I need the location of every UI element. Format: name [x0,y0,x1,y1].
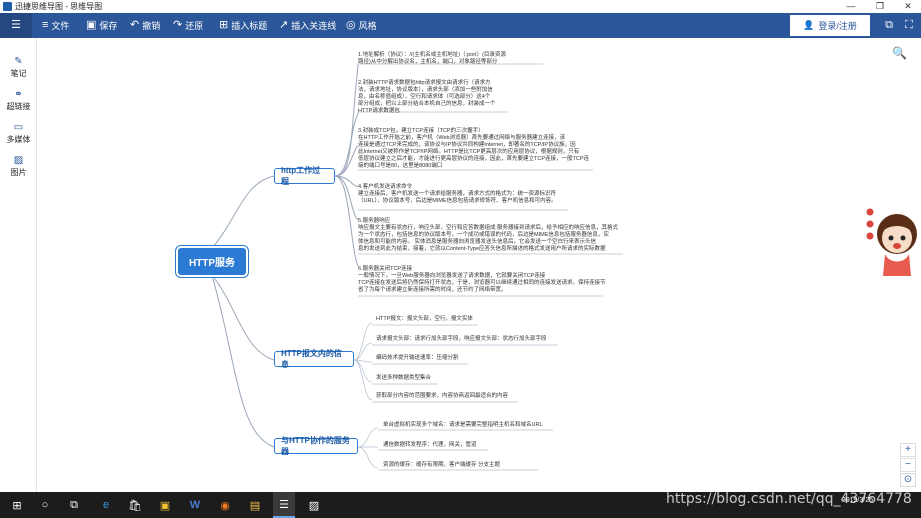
leaf-node[interactable]: 通信数据转发程序：代理，网关，管道 [383,442,477,449]
hamburger-icon: ☰ [11,19,21,31]
restore-button[interactable]: ❐ [866,0,894,13]
leaf-node[interactable]: 获取部分内容的范围要求，内容协商返回最适合的内容 [376,393,508,400]
zoom-controls: + − ⊙ [900,443,916,488]
style-label: 风格 [358,21,377,31]
leaf-node[interactable]: 4.客户机发送请求命令 建立连接后，客户机发送一个请求给服务器，请求方式的格式为… [358,184,557,205]
save-icon: ▣ [86,19,97,31]
app-logo-icon [3,2,12,11]
style-button[interactable]: ◎ 风格 [346,13,377,38]
user-icon: 👤 [803,20,815,30]
leaf-node[interactable]: 发送多种数据类型集合 [376,375,431,382]
save-label: 保存 [99,21,118,31]
leaf-node[interactable]: 5.服务器响应 响应报文主要有状态行，响应头部，空行和应答数据组成 服务器接到请… [358,218,618,253]
login-button[interactable]: 👤 登录/注册 [790,15,870,36]
search-icon[interactable]: 🔍 [892,46,907,60]
title-bar: 迅捷思维导图 - 思维导图 — ❐ ✕ [0,0,921,13]
watermark-text: https://blog.csdn.net/qq_43764778 [666,491,912,507]
sidebar-item-notes[interactable]: ✎ 笔记 [0,56,37,79]
branch-http-process[interactable]: http工作过程 [274,166,335,186]
leaf-node[interactable]: 6.服务器关闭TCP连接 一般情况下，一旦Web服务器向浏览器发送了请求数据，它… [358,266,606,294]
mindmap-canvas[interactable]: HTTP服务 http工作过程 HTTP报文内的信息 与HTTP协作的服务器 1… [38,38,921,492]
close-button[interactable]: ✕ [894,0,921,13]
leaf-node[interactable]: 1.地址解析（协议）：//(主机名或主机地址)（:port）(目录资源 路径)从… [358,52,506,66]
sidebar-item-hyperlink[interactable]: ⚭ 超链接 [0,89,37,112]
taskbar-app-store[interactable]: 🛍 [124,492,146,518]
leaf-node[interactable]: 资源的缓存：缓存有限期，客户端缓存 分支主题 [383,462,500,469]
app-window: 迅捷思维导图 - 思维导图 — ❐ ✕ ☰ ≡ 文件 ▣ 保存 ↶ 撤销 ↷ 还原 ⊞ 插… [0,0,921,518]
redo-button[interactable]: ↷ 还原 [173,13,203,38]
redo-label: 还原 [185,21,204,31]
palette-icon: ◎ [346,19,356,31]
search-button[interactable]: ○ [34,492,56,518]
insert-title-label: 插入标题 [231,21,268,31]
taskbar-app-edge[interactable]: e [95,492,117,518]
present-button[interactable]: ⧉ [878,13,900,38]
left-sidebar: ✎ 笔记 ⚭ 超链接 ▭ 多媒体 ▨ 图片 [0,38,37,492]
undo-icon: ↶ [130,19,140,31]
link-icon: ⚭ [14,89,23,100]
present-icon: ⧉ [885,19,893,31]
toolbar: ☰ ≡ 文件 ▣ 保存 ↶ 撤销 ↷ 还原 ⊞ 插入标题 ↗ 插入关连线 ◎ 风格 👤 登录/注… [0,13,921,38]
zoom-out-button[interactable]: − [900,458,916,472]
sidebar-item-media[interactable]: ▭ 多媒体 [0,122,37,145]
taskbar-app-word[interactable]: W [184,492,206,518]
leaf-node[interactable]: 2.封装HTTP请求数据包http请求报文由请求行（请求方 法，请求地址，协议版… [358,80,496,115]
leaf-node[interactable]: 请求报文头部：请求行加头部字段，响应报文头部：状态行加头部字段 [376,336,547,343]
file-icon: ≡ [42,19,49,31]
sidebar-item-label: 笔记 [10,69,27,78]
relation-line-icon: ↗ [279,19,289,31]
branch-http-servers[interactable]: 与HTTP协作的服务器 [274,436,358,456]
undo-label: 撤销 [142,21,161,31]
folder-icon: ▤ [249,499,261,512]
image-icon: ▨ [13,155,24,166]
start-button[interactable]: ⊞ [6,492,28,518]
insert-relation-label: 插入关连线 [291,21,337,31]
insert-relation-button[interactable]: ↗ 插入关连线 [279,13,336,38]
file-button[interactable]: ≡ 文件 [42,13,69,38]
fit-view-button[interactable]: ⊙ [900,473,916,487]
edge-icon: e [102,499,110,511]
store-icon: 🛍 [128,499,142,512]
search-circle-icon: ○ [41,499,49,511]
task-view-icon: ⧉ [70,498,78,511]
task-view-button[interactable]: ⧉ [63,492,85,518]
pencil-icon: ✎ [14,56,23,67]
zoom-in-button[interactable]: + [900,443,916,457]
taskbar-app-photos[interactable]: ▨ [303,492,325,518]
photos-icon: ▨ [308,499,320,512]
sidebar-item-label: 超链接 [6,102,31,111]
redo-icon: ↷ [173,19,183,31]
fullscreen-button[interactable]: ⛶ [898,13,920,38]
word-icon: W [189,499,201,511]
leaf-node[interactable]: 编码技术提升输送速率：压缩分割 [376,355,459,362]
fullscreen-icon: ⛶ [905,19,913,31]
menu-button[interactable]: ☰ [0,13,32,38]
firefox-icon: ◉ [220,499,230,512]
taskbar-app-mindmap[interactable]: ☰ [273,492,295,518]
root-node[interactable]: HTTP服务 [178,248,246,275]
sidebar-item-label: 图片 [10,168,27,177]
file-label: 文件 [51,21,70,31]
save-button[interactable]: ▣ 保存 [86,13,117,38]
assistant-avatar[interactable] [865,198,921,278]
windows-icon: ⊞ [12,499,22,512]
sidebar-item-image[interactable]: ▨ 图片 [0,155,37,178]
minimize-button[interactable]: — [837,0,865,13]
branch-http-message-info[interactable]: HTTP报文内的信息 [274,349,354,369]
mindmap-icon: ☰ [279,498,289,511]
undo-button[interactable]: ↶ 撤销 [130,13,160,38]
taskbar-app-firefox[interactable]: ◉ [214,492,236,518]
leaf-node[interactable]: HTTP报文：报文头部，空行，报文实体 [376,316,473,323]
media-icon: ▭ [13,122,24,133]
login-label: 登录/注册 [818,21,857,31]
taskbar-app-explorer[interactable]: ▤ [244,492,266,518]
leaf-node[interactable]: 3.封装成TCP包，建立TCP连接（TCP的三次握手） 在HTTP工作开始之前，… [358,128,589,170]
notes-icon: ▣ [159,499,171,512]
window-title: 迅捷思维导图 - 思维导图 [15,2,103,11]
sidebar-item-label: 多媒体 [6,135,31,144]
leaf-node[interactable]: 单台虚拟机实现多个域名：请求是需要完整指明主机名和域名URL [383,422,543,429]
insert-title-button[interactable]: ⊞ 插入标题 [219,13,267,38]
taskbar-app-notes[interactable]: ▣ [154,492,176,518]
insert-title-icon: ⊞ [219,19,229,31]
